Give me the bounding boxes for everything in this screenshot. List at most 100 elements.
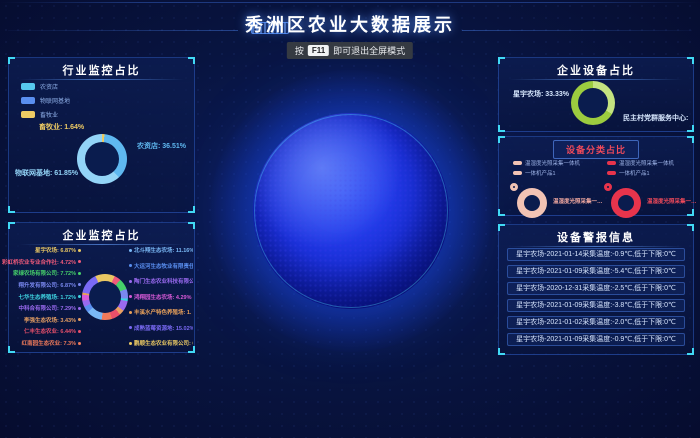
enterprise-label: 翔升发有限公司: 6.87% [19,281,81,289]
label-dot [78,330,81,333]
legend-label: 温湿度光照采集一体机 [619,159,674,167]
callout-xingyu-farm: 星宇农场: 33.33% [513,89,569,99]
label-text: 丰溪水产特色养殖场: 1. [134,308,191,316]
label-text: 成熟蓝莓资源地: 15.02% [134,324,193,332]
panel-title: 行业监控占比 [9,62,194,78]
label-text: 彩虹桥农业专业合作社: 4.72% [2,258,76,266]
legend-label: 一体机产品1 [619,169,650,177]
label-text: 仁丰生态农业: 6.44% [24,327,76,335]
panel-enterprise-device: 企业设备占比 星宇农场: 33.33% 民主村党群服务中心: [498,57,694,132]
label-text: 中科合有限公司: 7.29% [19,304,76,312]
label-text: 李强生态农场: 3.43% [24,316,76,324]
enterprise-label: 家绿农场有限公司: 7.72% [13,269,81,277]
label-text: 陶门生态农业科技有限公 [134,277,193,285]
device-donut-chart [571,81,615,125]
label-text: 七华生态养殖场: 1.72% [19,293,76,301]
category-callout-1: 温湿度光照采集一… [553,197,603,205]
alarm-row: 星宇农场-2021-01-14采集温度:-0.9℃,低于下限:0℃ [507,248,685,261]
legend-item: 一体机产品1 [513,169,580,177]
category-charts: 温湿度光照采集一体机 一体机产品1 温湿度光照采集一… [505,158,693,213]
label-text: 鸿翔园生态农场: 4.29% [134,293,191,301]
industry-donut-chart [77,134,127,184]
enterprise-label: 成熟蓝莓资源地: 15.02% [129,324,193,332]
mini-ring-1 [510,183,518,191]
enterprise-label: 红南园生态农业: 7.3% [22,339,81,347]
enterprise-label: 鸿翔园生态农场: 4.29% [129,293,191,301]
top-edge-line [0,2,700,3]
label-text: 星宇农场: 6.87% [35,246,76,254]
enterprise-donut-chart [82,274,128,320]
category-chart-2: 温湿度光照采集一体机 一体机产品1 温湿度光照采集一… [599,158,693,213]
category-title-box: 设备分类占比 [553,140,639,159]
category-legend-2: 温湿度光照采集一体机 一体机产品1 [607,159,674,179]
label-dot [78,283,81,286]
tip-suffix: 即可退出全屏模式 [333,44,405,57]
enterprise-label: 七华生态养殖场: 1.72% [19,293,81,301]
alarm-list: 星宇农场-2021-01-14采集温度:-0.9℃,低于下限:0℃ 星宇农场-2… [507,248,685,350]
legend-swatch [607,171,616,175]
legend-label: 畜牧业 [40,110,58,119]
label-dot [78,260,81,263]
legend-item: 温湿度光照采集一体机 [607,159,674,167]
mini-ring-2 [604,183,612,191]
label-dot [78,342,81,345]
panel-device-alarms: 设备警报信息 星宇农场-2021-01-14采集温度:-0.9℃,低于下限:0℃… [498,224,694,355]
panel-industry-monitor: 行业监控占比 农资店 物联网基地 畜牧业 畜牧业: 1.64% [8,57,195,213]
label-dot [129,264,132,267]
label-text: 鹏顺生态农业有限公司: 6.87% [134,339,193,347]
label-text: 红南园生态农业: 7.3% [22,339,76,347]
legend-swatch [607,161,616,165]
enterprise-labels-right: 北斗翔生态农场: 11.16% 大运河生态牧业有限责任公 陶门生态农业科技有限公 [129,246,193,347]
alarm-row: 星宇农场-2020-12-31采集温度:-2.5℃,低于下限:0℃ [507,282,685,295]
enterprise-label: 北斗翔生态农场: 11.16% [129,246,193,254]
label-dot [78,318,81,321]
fullscreen-tip: 按 F11 即可退出全屏模式 [287,42,413,59]
label-dot [129,280,132,283]
label-dot [78,249,81,252]
label-dot [129,311,132,314]
legend-item: 一体机产品1 [607,169,674,177]
label-text: 大运河生态牧业有限责任公 [134,262,193,270]
f11-key: F11 [308,45,329,56]
category-legend-1: 温湿度光照采集一体机 一体机产品1 [513,159,580,179]
category-chart-1: 温湿度光照采集一体机 一体机产品1 温湿度光照采集一… [505,158,599,213]
label-dot [78,307,81,310]
legend-item: 物联网基地 [21,96,70,105]
callout-livestock: 畜牧业: 1.64% [39,122,84,132]
label-text: 翔升发有限公司: 6.87% [19,281,76,289]
legend-item: 农资店 [21,82,70,91]
donut-hole [618,195,634,211]
category-callout-2: 温湿度光照采集一… [647,197,697,205]
enterprise-label: 彩虹桥农业专业合作社: 4.72% [2,258,81,266]
callout-iot-base: 物联网基地: 61.85% [15,168,78,178]
tip-prefix: 按 [295,44,304,57]
label-dot [129,342,132,345]
dashboard-root: 秀洲区农业大数据展示 按 F11 即可退出全屏模式 行业监控占比 农资店 物联网… [0,0,700,438]
label-dot [129,249,132,252]
legend-swatch [21,97,35,104]
category-donut-2 [611,188,641,218]
panel-title: 设备警报信息 [499,229,693,245]
alarm-row: 星宇农场-2021-01-02采集温度:-2.0℃,低于下限:0℃ [507,316,685,329]
panel-device-category: 设备分类占比 温湿度光照采集一体机 一体机产品1 [498,136,694,216]
label-dot [78,295,81,298]
enterprise-label: 大运河生态牧业有限责任公 [129,262,193,270]
label-text: 家绿农场有限公司: 7.72% [13,269,76,277]
panel-enterprise-monitor: 企业监控占比 星宇农场: 6.87% 彩虹桥农业专业合作社: 4.72% [8,222,195,353]
legend-item: 畜牧业 [21,110,70,119]
enterprise-chart-area: 星宇农场: 6.87% 彩虹桥农业专业合作社: 4.72% 家绿农场有限公司: … [11,246,193,347]
label-dot [129,326,132,329]
page-title: 秀洲区农业大数据展示 [0,11,700,37]
callout-agristore: 农资店: 36.51% [137,141,186,151]
enterprise-label: 中科合有限公司: 7.29% [19,304,81,312]
donut-hole [85,142,119,176]
legend-label: 一体机产品1 [525,169,556,177]
label-dot [129,295,132,298]
alarm-row: 星宇农场-2021-01-09采集温度:-5.4℃,低于下限:0℃ [507,265,685,278]
legend-swatch [21,83,35,90]
enterprise-label: 李强生态农场: 3.43% [24,316,81,324]
legend-swatch [21,111,35,118]
category-title: 设备分类占比 [566,145,626,155]
alarm-row: 星宇农场-2021-01-09采集温度:-0.9℃,低于下限:0℃ [507,333,685,346]
enterprise-label: 仁丰生态农业: 6.44% [24,327,81,335]
